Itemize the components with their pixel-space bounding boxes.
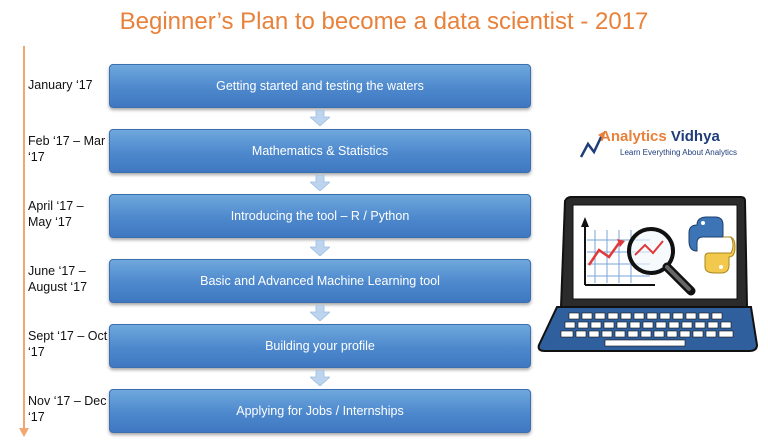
- laptop-illustration: [537, 196, 759, 352]
- page-title: Beginner’s Plan to become a data scienti…: [119, 8, 649, 35]
- date-label: Feb ‘17 – Mar ‘17: [28, 134, 106, 164]
- step-box: Introducing the tool – R / Python: [109, 194, 531, 238]
- step-box: Mathematics & Statistics: [109, 129, 531, 173]
- down-arrow-icon: [310, 110, 330, 126]
- step-box: Basic and Advanced Machine Learning tool: [109, 259, 531, 303]
- step-box: Applying for Jobs / Internships: [109, 389, 531, 433]
- analytics-vidhya-logo: Analytics Vidhya Learn Everything About …: [580, 126, 737, 166]
- timeline-arrow-icon: [19, 428, 29, 437]
- logo-tagline: Learn Everything About Analytics: [620, 148, 737, 157]
- down-arrow-icon: [310, 370, 330, 386]
- date-label: Nov ‘17 – Dec ‘17: [28, 394, 107, 424]
- date-label: Sept ‘17 – Oct ‘17: [28, 329, 108, 359]
- step-box: Building your profile: [109, 324, 531, 368]
- logo-name: Analytics Vidhya: [600, 128, 720, 145]
- down-arrow-icon: [310, 240, 330, 256]
- date-label: June ‘17 – August ‘17: [28, 264, 88, 294]
- date-label: January ‘17: [28, 78, 93, 92]
- down-arrow-icon: [310, 175, 330, 191]
- step-box: Getting started and testing the waters: [109, 64, 531, 108]
- down-arrow-icon: [310, 305, 330, 321]
- timeline-line: [23, 46, 25, 431]
- date-label: April ‘17 – May ‘17: [28, 199, 84, 229]
